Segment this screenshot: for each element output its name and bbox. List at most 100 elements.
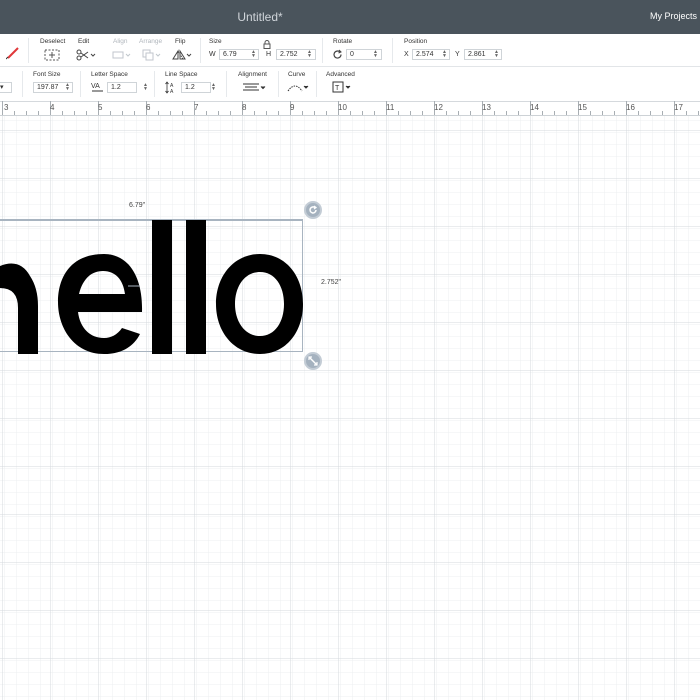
ruler-tick [14,111,15,115]
ruler-tick [158,111,159,115]
ruler-tick [638,111,639,115]
x-stepper[interactable]: ▲ ▼ [442,50,447,59]
flip-icon[interactable] [171,49,193,61]
ruler-number: 11 [386,103,395,112]
align-label: Align [113,38,128,45]
ruler-tick [38,111,39,115]
size-label: Size [209,38,222,45]
ruler-number: 13 [482,103,491,112]
ruler-number: 6 [146,103,151,112]
flip-label: Flip [175,38,186,45]
advanced-icon[interactable]: T [332,81,352,93]
align-icon [112,51,131,59]
rotate-stepper[interactable]: ▲ ▼ [373,50,378,59]
svg-text:T: T [335,85,340,92]
letter-space-label: Letter Space [91,71,128,78]
edit-toolbar: Deselect Edit Align Arrange Flip Size W … [0,34,700,67]
ruler-tick [230,111,231,115]
line-space-input[interactable]: 1.2 [181,82,211,93]
ruler-number: 16 [626,103,635,112]
deselect-icon[interactable] [44,49,60,61]
ruler-tick [446,111,447,115]
svg-text:VA: VA [91,83,100,90]
cutting-mat-grid [0,116,700,700]
ruler-tick [314,111,315,115]
ruler-tick [398,111,399,115]
width-stepper[interactable]: ▲ ▼ [251,50,256,59]
ruler-tick [62,111,63,115]
ruler-tick [134,111,135,115]
curve-label: Curve [288,71,306,78]
ruler-tick [506,111,507,115]
letter-space-icon: VA [91,83,103,92]
ruler-tick [518,111,519,115]
text-align-icon[interactable] [242,82,266,93]
rotate-label: Rotate [333,38,353,45]
ruler-tick [254,111,255,115]
ruler-number: 10 [338,103,347,112]
x-label: X [404,51,409,58]
height-label: H [266,51,272,58]
ruler-tick [410,111,411,115]
ruler-tick [662,111,663,115]
rotate-handle[interactable] [304,201,322,219]
advanced-label: Advanced [326,71,355,78]
ruler-tick [590,111,591,115]
ruler-number: 15 [578,103,587,112]
ruler-number: 4 [50,103,55,112]
letter-space-input[interactable]: 1.2 [107,82,137,93]
ruler-number: 7 [194,103,199,112]
resize-arrows-icon [308,356,318,366]
lock-icon[interactable] [263,40,271,49]
line-space-label: Line Space [165,71,198,78]
ruler-number: 12 [434,103,443,112]
font-select[interactable]: ▾ [0,82,12,93]
deselect-label: Deselect [40,38,66,45]
rotate-arrow-icon [309,205,317,214]
font-size-stepper[interactable]: ▲ ▼ [65,83,70,92]
ruler-tick [362,111,363,115]
height-dimension: 2.752" [321,279,342,286]
my-projects-link[interactable]: My Projects [650,11,697,21]
arrange-icon [142,49,161,61]
y-stepper[interactable]: ▲ ▼ [494,50,499,59]
line-space-stepper[interactable]: ▲ ▼ [211,83,216,92]
ruler-tick [374,111,375,115]
ruler-tick [554,111,555,115]
ruler-tick [182,111,183,115]
design-canvas[interactable]: 6.79" 2.752" [0,116,700,700]
ruler-tick [542,111,543,115]
width-label: W [209,51,216,58]
ruler-number: 17 [674,103,683,112]
curve-icon[interactable] [287,81,309,93]
arrange-label: Arrange [139,38,163,45]
position-label: Position [404,38,428,45]
resize-handle[interactable] [304,352,322,370]
scissors-icon[interactable] [76,49,96,61]
ruler-tick [614,111,615,115]
rotate-icon [333,49,342,59]
height-stepper[interactable]: ▲ ▼ [307,50,312,59]
ruler-tick [350,111,351,115]
ruler-tick [686,111,687,115]
hello-text[interactable] [0,216,305,356]
edit-label: Edit [78,38,90,45]
ruler-tick [86,111,87,115]
ruler-tick [650,111,651,115]
ruler-tick [470,111,471,115]
ruler-tick [218,111,219,115]
ruler-tick [494,111,495,115]
ruler-tick [278,111,279,115]
svg-text:A: A [170,89,174,94]
text-toolbar: ▾ Font Size 197.87 ▲ ▼ Letter Space VA 1.… [0,67,700,102]
letter-space-stepper[interactable]: ▲ ▼ [143,83,148,92]
ruler-tick [2,101,3,115]
ruler-tick [326,111,327,115]
ruler-tick [266,111,267,115]
ruler-number: 14 [530,103,539,112]
ruler-number: 5 [98,103,103,112]
ruler-tick [170,111,171,115]
line-space-icon: A A [165,81,174,94]
pen-icon[interactable] [6,46,20,60]
width-dimension: 6.79" [129,202,146,209]
